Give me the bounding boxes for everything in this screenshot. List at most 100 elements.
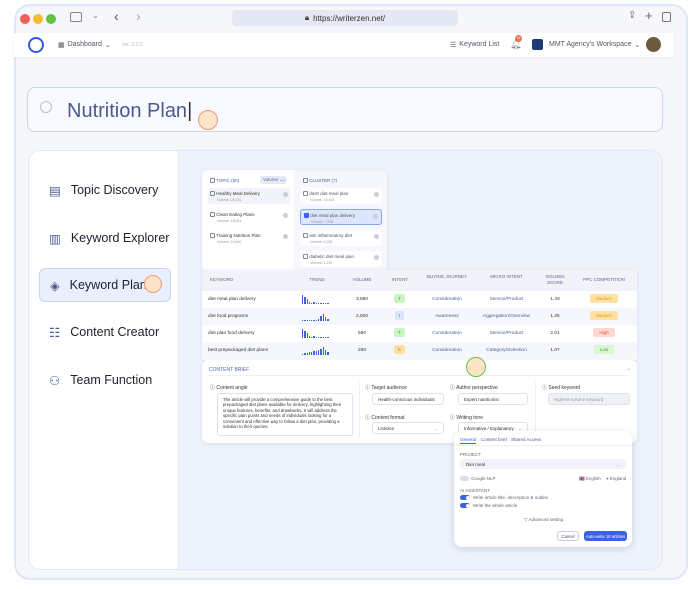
google-nlp-toggle[interactable] (460, 476, 469, 481)
column-header[interactable]: VOLUME (347, 277, 377, 283)
sidebar-item-team-function[interactable]: ⚇ Team Function (39, 363, 171, 397)
region-selector[interactable]: ⌖ England (606, 476, 626, 481)
volume-cell: 3,880 (355, 297, 368, 302)
info-icon[interactable] (374, 192, 379, 197)
content-format-select[interactable]: Listicles ⌄ (372, 422, 444, 434)
cluster-checkbox[interactable] (303, 254, 308, 260)
micro-intent-cell: Service/Product (489, 297, 524, 302)
sidebar-toggle-icon[interactable] (70, 12, 82, 22)
sidebar-item-topic-discovery[interactable]: ▤ Topic Discovery (39, 173, 171, 207)
tab-shared-access[interactable]: Shared Access (511, 437, 541, 442)
collaborator-avatar (198, 110, 218, 130)
keyword-cell[interactable]: diet meal plan delivery (208, 297, 256, 302)
cluster-count: CLUSTER (7) (309, 178, 338, 183)
trend-bar (302, 329, 304, 338)
workspace-selector[interactable]: MMT Agency's Workspace ⌄ (549, 41, 640, 49)
topic-checkbox[interactable] (210, 212, 215, 218)
chevron-down-icon[interactable]: ⌄ (92, 11, 99, 20)
cluster-checkbox[interactable] (303, 233, 308, 239)
topic-item[interactable]: Clean Eating Plans Volume: 18,631 (208, 209, 290, 225)
tab-general[interactable]: General (460, 437, 477, 444)
info-icon[interactable] (373, 214, 378, 219)
keyword-cell[interactable]: best prepackaged diet plans (208, 348, 268, 353)
table-row[interactable]: diet plan food delivery 590 T Considerat… (202, 325, 637, 342)
trend-bar (320, 337, 322, 338)
seed-keyword-input[interactable]: Highest-volume keyword (548, 393, 630, 405)
cluster-checkbox[interactable] (303, 191, 308, 197)
select-all-checkbox[interactable] (210, 178, 215, 184)
column-header[interactable]: MICRO INTENT (474, 274, 539, 280)
cluster-volume: Volume: 1,210 (310, 261, 333, 265)
minimize-window-button[interactable] (33, 14, 43, 24)
topic-checkbox[interactable] (210, 233, 215, 239)
trend-bar (324, 337, 327, 338)
sidebar-item-content-creator[interactable]: ☷ Content Creator (39, 315, 171, 349)
trend-bar (313, 320, 315, 321)
sidebar-item-keyword-plan[interactable]: ◈ Keyword Plan (39, 268, 171, 302)
user-avatar[interactable] (646, 37, 661, 52)
region-label: England (609, 476, 627, 481)
trend-bar (327, 352, 329, 355)
back-button[interactable]: ‹ (114, 8, 119, 24)
volume-cell: 590 (357, 331, 366, 336)
info-icon[interactable] (374, 255, 379, 260)
author-perspective-input[interactable]: Expert nutritionist (458, 393, 528, 405)
info-icon[interactable] (283, 234, 288, 239)
project-select[interactable]: Diet meal ⌄ (460, 459, 626, 469)
topic-checkbox[interactable] (210, 191, 215, 197)
column-header[interactable]: KEYWORD (210, 277, 270, 283)
sidebar-item-keyword-explorer[interactable]: ▥ Keyword Explorer (39, 221, 171, 255)
cluster-checkbox[interactable] (304, 213, 309, 219)
buying-journey-cell: Consideration (432, 348, 462, 353)
share-icon[interactable]: ⇪ (628, 10, 636, 21)
column-header[interactable]: PPC COMPETITION (574, 277, 634, 283)
trend-bar (322, 347, 324, 355)
auto-write-button[interactable]: Auto-write 18 articles (584, 531, 627, 541)
trend-bar (311, 303, 313, 304)
cluster-item[interactable]: diet meal plan delivery Volume: 7,298 (300, 209, 382, 225)
keyword-cell[interactable]: diet plan food delivery (208, 331, 255, 336)
select-all-checkbox[interactable] (303, 178, 308, 184)
trend-sparkline (302, 295, 332, 304)
column-header[interactable]: INTENT (386, 277, 414, 283)
table-row[interactable]: diet food programs 2,500 I Awareness Agg… (202, 308, 637, 325)
column-header[interactable]: TREND (302, 277, 332, 283)
dashboard-menu[interactable]: ▦ Dashboard ⌄ (58, 41, 111, 49)
info-icon[interactable] (283, 213, 288, 218)
tabs-overview-icon[interactable] (662, 12, 671, 22)
address-bar[interactable]: 🔒︎ https://writerzen.net/ (232, 10, 458, 26)
new-tab-button[interactable]: + (645, 8, 653, 23)
keyword-list-button[interactable]: ☰ Keyword List (450, 41, 499, 49)
language-selector[interactable]: 🇬🇧︎ English (579, 476, 601, 482)
cluster-item[interactable]: diabetic diet meal plan Volume: 1,210 (300, 251, 382, 267)
column-header[interactable]: GOLDEN SCORE (540, 274, 570, 286)
tab-content-brief[interactable]: Content brief (481, 437, 507, 442)
topic-item[interactable]: Training Nutrition Plan Volume: 10,540 (208, 230, 290, 246)
table-row[interactable]: diet meal plan delivery 3,880 T Consider… (202, 291, 637, 308)
maximize-window-button[interactable] (46, 14, 56, 24)
keyword-cell[interactable]: diet food programs (208, 314, 248, 319)
label-text: Writing tone (456, 415, 483, 421)
option-whole-article-toggle[interactable] (460, 503, 470, 508)
column-header[interactable]: BUYING JOURNEY (422, 274, 472, 280)
table-row[interactable]: best prepackaged diet plans 260 C Consid… (202, 342, 637, 359)
option-outline-toggle[interactable] (460, 495, 470, 500)
advanced-setting-link[interactable]: ▽ Advanced setting (524, 517, 563, 523)
search-input[interactable]: Nutrition Plan| (27, 87, 663, 132)
cluster-item[interactable]: dash diet meal plan Volume: 15,634 (300, 188, 382, 204)
label-text: Content angle (216, 385, 248, 391)
forward-button[interactable]: › (136, 8, 141, 24)
info-icon[interactable] (374, 234, 379, 239)
option-outline-label: Write article title, description & outli… (473, 495, 548, 500)
info-icon[interactable] (283, 192, 288, 197)
topic-item[interactable]: Healthy Meal Delivery Volume: 28,131 (208, 188, 290, 204)
cluster-item[interactable]: anti inflammatory diet Volume: 4,298 (300, 230, 382, 246)
writerzen-logo[interactable] (28, 37, 44, 53)
trend-bar (304, 331, 306, 338)
target-audience-input[interactable]: Health-conscious individuals (372, 393, 444, 405)
content-angle-textarea[interactable]: The article will provide a comprehensive… (217, 393, 353, 436)
close-window-button[interactable] (20, 14, 30, 24)
collapse-icon[interactable]: ⌄ (626, 365, 631, 372)
cancel-button[interactable]: Cancel (557, 531, 579, 541)
grid-icon: ▦ (58, 42, 65, 49)
